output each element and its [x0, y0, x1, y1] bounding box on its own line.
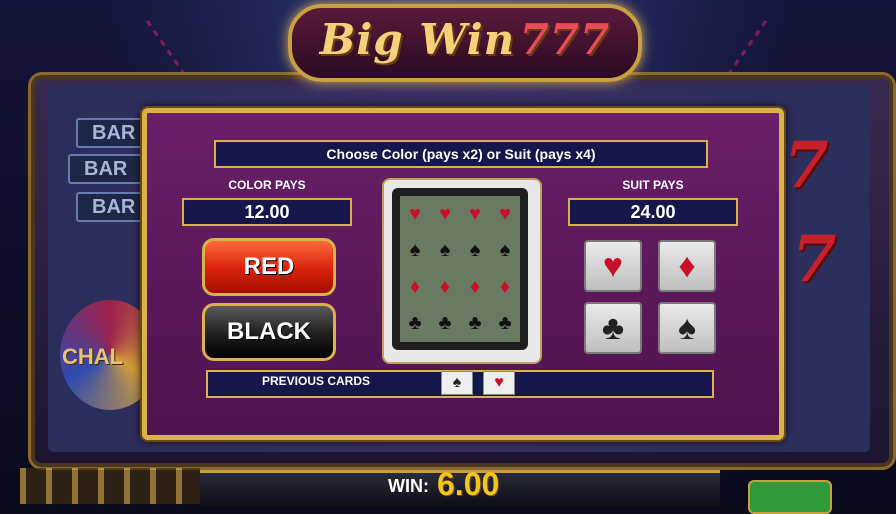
suit-pays-value: 24.00	[568, 198, 738, 226]
win-value: 6.00	[437, 466, 500, 502]
card-pattern-pip-icon: ♥	[499, 202, 511, 225]
card-pattern-pip-icon: ♠	[409, 239, 421, 262]
heart-icon: ♥	[602, 247, 624, 285]
gamble-instruction: Choose Color (pays x2) or Suit (pays x4)	[214, 140, 708, 168]
card-pattern-pip-icon: ♣	[468, 312, 482, 335]
card-pattern-pip-icon: ♣	[498, 312, 512, 335]
previous-card-heart-icon: ♥	[483, 371, 515, 395]
suit-pays-label: SUIT PAYS	[622, 178, 684, 192]
spade-icon: ♠	[677, 309, 697, 347]
color-pays-label: COLOR PAYS	[228, 178, 306, 192]
card-pattern-pip-icon: ♥	[469, 202, 481, 225]
seven-symbol: 7	[792, 222, 837, 297]
card-pattern-pip-icon: ♦	[439, 275, 451, 298]
card-pattern-pip-icon: ♠	[469, 239, 481, 262]
game-logo: Big Win 777	[288, 4, 642, 82]
card-pattern-pip-icon: ♠	[499, 239, 511, 262]
wheel-label: CHAL	[62, 344, 124, 369]
card-pattern-pip-icon: ♣	[408, 312, 422, 335]
card-pattern-pip-icon: ♦	[409, 275, 421, 298]
clubs-button[interactable]: ♣	[584, 302, 642, 354]
card-pattern-pip-icon: ♠	[439, 239, 451, 262]
hearts-button[interactable]: ♥	[584, 240, 642, 292]
black-button[interactable]: BLACK	[202, 303, 336, 361]
card-border: ♥ ♥ ♥ ♥ ♠ ♠ ♠ ♠ ♦ ♦ ♦ ♦ ♣ ♣ ♣ ♣	[392, 188, 528, 350]
diamond-icon: ♦	[678, 247, 696, 285]
card-back-pattern: ♥ ♥ ♥ ♥ ♠ ♠ ♠ ♠ ♦ ♦ ♦ ♦ ♣ ♣ ♣ ♣	[400, 196, 520, 342]
previous-card-spade-icon: ♠	[441, 371, 473, 395]
diamonds-button[interactable]: ♦	[658, 240, 716, 292]
bottom-decoration	[20, 468, 200, 504]
red-button[interactable]: RED	[202, 238, 336, 296]
club-icon: ♣	[601, 309, 625, 347]
color-pays-value: 12.00	[182, 198, 352, 226]
logo-text: Big Win	[319, 15, 516, 64]
bar-symbol: BAR	[68, 154, 146, 184]
face-down-card: ♥ ♥ ♥ ♥ ♠ ♠ ♠ ♠ ♦ ♦ ♦ ♦ ♣ ♣ ♣ ♣	[382, 178, 542, 364]
card-pattern-pip-icon: ♦	[469, 275, 481, 298]
logo-sevens: 777	[519, 15, 611, 64]
card-pattern-pip-icon: ♥	[439, 202, 451, 225]
win-label: WIN:	[388, 476, 429, 496]
spin-button[interactable]	[748, 480, 832, 514]
card-pattern-pip-icon: ♦	[499, 275, 511, 298]
previous-cards-label: PREVIOUS CARDS	[262, 374, 371, 388]
seven-symbol: 7	[784, 128, 829, 203]
card-pattern-pip-icon: ♣	[438, 312, 452, 335]
spades-button[interactable]: ♠	[658, 302, 716, 354]
card-pattern-pip-icon: ♥	[409, 202, 421, 225]
